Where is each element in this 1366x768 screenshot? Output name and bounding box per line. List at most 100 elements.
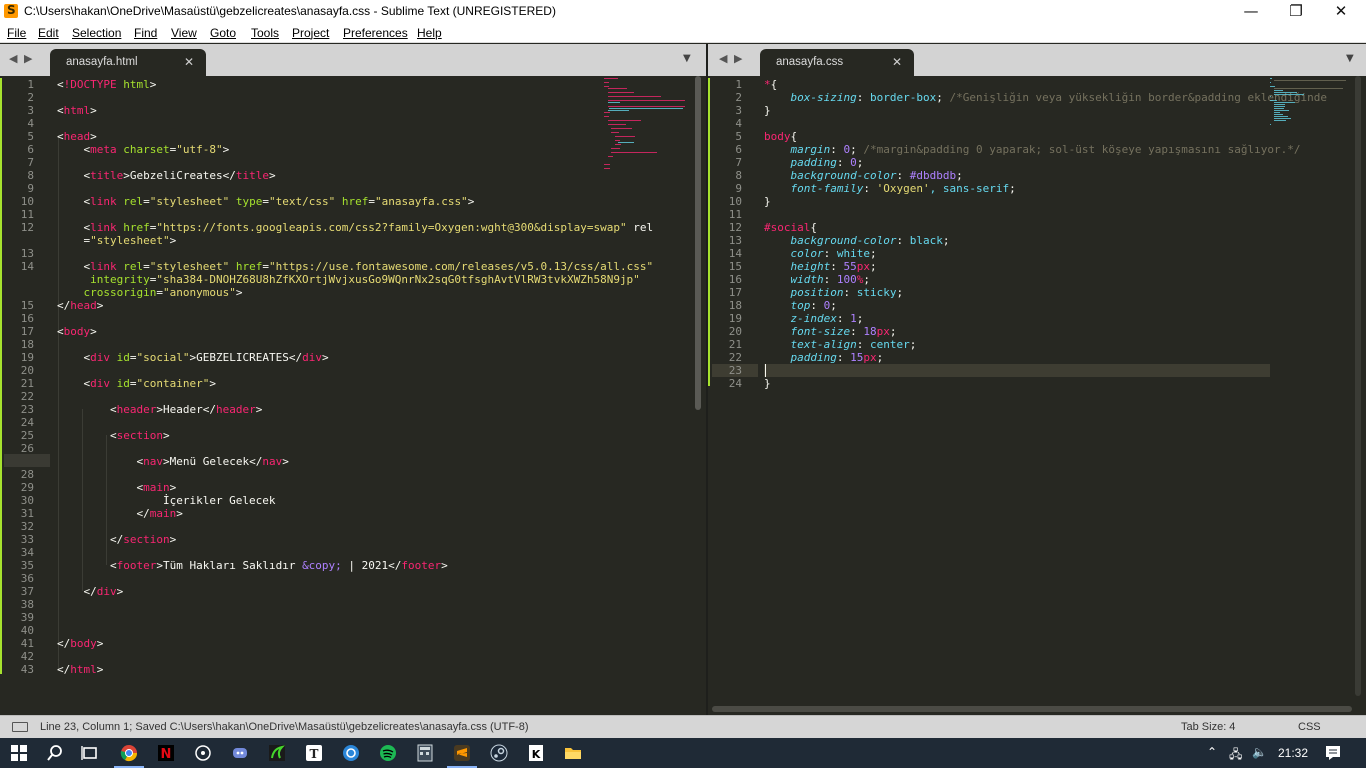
netflix-icon[interactable]: N [156,743,176,763]
file-explorer-icon[interactable] [563,743,583,763]
code-line[interactable]: <main> [57,481,176,494]
menu-goto[interactable]: Goto [210,26,236,40]
sublime-text-icon[interactable] [452,743,472,763]
code-line[interactable]: padding: 0; [764,156,864,169]
code-line[interactable]: z-index: 1; [764,312,864,325]
menu-tools[interactable]: Tools [251,26,279,40]
show-hidden-icons-icon[interactable]: ⌃ [1207,745,1217,759]
code-line[interactable]: <nav>Menü Gelecek</nav> [57,455,288,468]
minimap[interactable] [1270,76,1356,715]
task-view-icon[interactable] [80,743,100,763]
razer-icon[interactable] [267,743,287,763]
ubisoft-icon[interactable] [341,743,361,763]
code-line[interactable]: <meta charset="utf-8"> [57,143,230,156]
code-line[interactable]: <link rel="stylesheet" href="https://use… [57,260,654,273]
code-line[interactable]: <div id="container"> [57,377,216,390]
code-line[interactable]: </main> [57,507,182,520]
code-line[interactable]: width: 100%; [764,273,871,286]
code-line[interactable]: padding: 15px; [764,351,884,364]
panel-toggle-icon[interactable] [12,722,28,732]
clock[interactable]: 21:32 [1278,746,1308,760]
scrollbar-thumb[interactable] [1355,76,1361,696]
code-line[interactable]: } [764,195,771,208]
code-line[interactable]: font-size: 18px; [764,325,897,338]
epic-games-icon[interactable]: K [526,743,546,763]
tab-close-icon[interactable]: ✕ [892,55,902,69]
code-line[interactable]: </section> [57,533,176,546]
calculator-icon[interactable] [415,743,435,763]
steam-icon[interactable] [489,743,509,763]
code-line[interactable]: </div> [57,585,124,598]
tab-dropdown-icon[interactable]: ▼ [1346,53,1354,64]
code-line[interactable]: top: 0; [764,299,837,312]
tab-anasayfa-css[interactable]: anasayfa.css ✕ [760,49,914,76]
code-line[interactable]: height: 55px; [764,260,877,273]
code-line[interactable]: #social{ [764,221,817,234]
tab-size-indicator[interactable]: Tab Size: 4 [1181,721,1235,733]
code-line[interactable]: <head> [57,130,97,143]
code-line[interactable]: <html> [57,104,97,117]
horizontal-scrollbar[interactable] [712,706,1352,712]
code-line[interactable]: } [764,104,771,117]
volume-icon[interactable]: 🔈 [1252,745,1267,759]
html-editor-pane[interactable]: 1 2 3 4 5 6 7 8 9 10 11 12 13 14 15 16 17 18 19 20 21 22 23 24 2… [0,76,706,715]
code-line[interactable]: *{ [764,78,777,91]
code-line[interactable]: margin: 0; /*margin&padding 0 yaparak; s… [764,143,1301,156]
code-line[interactable]: } [764,377,771,390]
code-line[interactable]: box-sizing: border-box; /*Genişliğin vey… [764,91,1327,104]
code-line[interactable]: </body> [57,637,103,650]
code-line[interactable]: ="stylesheet"> [57,234,176,247]
tab-next-icon[interactable]: ▶ [734,52,742,65]
menu-preferences[interactable]: Preferences [343,26,408,40]
tab-prev-icon[interactable]: ◀ [719,52,727,65]
tab-next-icon[interactable]: ▶ [24,52,32,65]
typora-icon[interactable]: T [304,743,324,763]
menu-view[interactable]: View [171,26,197,40]
menu-find[interactable]: Find [134,26,157,40]
code-line[interactable]: <footer>Tüm Hakları Saklıdır &copy; | 20… [57,559,448,572]
code-line[interactable]: font-family: 'Oxygen', sans-serif; [764,182,1016,195]
minimize-button[interactable]: — [1228,0,1274,23]
code-line[interactable]: İçerikler Gelecek [57,494,276,507]
code-line[interactable]: color: white; [764,247,877,260]
css-code[interactable]: *{ box-sizing: border-box; /*Genişliğin … [764,78,1327,698]
tab-anasayfa-html[interactable]: anasayfa.html ✕ [50,49,206,76]
discord-icon[interactable] [230,743,250,763]
code-line[interactable]: <section> [57,429,170,442]
scrollbar-thumb[interactable] [695,76,701,410]
code-line[interactable]: <link rel="stylesheet" type="text/css" h… [57,195,475,208]
tab-dropdown-icon[interactable]: ▼ [683,53,691,64]
css-editor-pane[interactable]: 1 2 3 4 5 6 7 8 9 10 11 12 13 14 15 16 17 18 19 20 21 22 23 24 … [708,76,1366,715]
menu-edit[interactable]: Edit [38,26,59,40]
code-line[interactable]: <body> [57,325,97,338]
vertical-scrollbar[interactable] [1354,76,1362,715]
spotify-icon[interactable] [378,743,398,763]
search-icon[interactable] [45,743,65,763]
tab-prev-icon[interactable]: ◀ [9,52,17,65]
code-line[interactable]: body{ [764,130,797,143]
menu-project[interactable]: Project [292,26,329,40]
code-line[interactable]: text-align: center; [764,338,917,351]
chrome-icon[interactable] [119,743,139,763]
syntax-indicator[interactable]: CSS [1298,721,1321,733]
code-line[interactable]: </html> [57,663,103,676]
code-line[interactable]: <!DOCTYPE html> [57,78,156,91]
menu-help[interactable]: Help [417,26,442,40]
menu-file[interactable]: File [7,26,26,40]
code-line[interactable]: background-color: #dbdbdb; [764,169,963,182]
notifications-icon[interactable] [1323,743,1343,763]
code-line[interactable]: position: sticky; [764,286,904,299]
code-line[interactable]: background-color: black; [764,234,950,247]
menu-selection[interactable]: Selection [72,26,121,40]
html-code[interactable]: <!DOCTYPE html> <html> <head> <meta charse… [57,78,653,708]
vertical-scrollbar[interactable] [694,76,702,715]
tab-close-icon[interactable]: ✕ [184,55,194,69]
music-app-icon[interactable] [193,743,213,763]
network-icon[interactable]: 🖧 [1229,745,1242,766]
maximize-button[interactable]: ❐ [1273,0,1319,23]
code-line[interactable]: <header>Header</header> [57,403,262,416]
code-line[interactable]: <title>GebzeliCreates</title> [57,169,276,182]
code-line[interactable]: <div id="social">GEBZELICREATES</div> [57,351,329,364]
code-line[interactable]: crossorigin="anonymous"> [57,286,243,299]
minimap[interactable] [604,76,690,715]
